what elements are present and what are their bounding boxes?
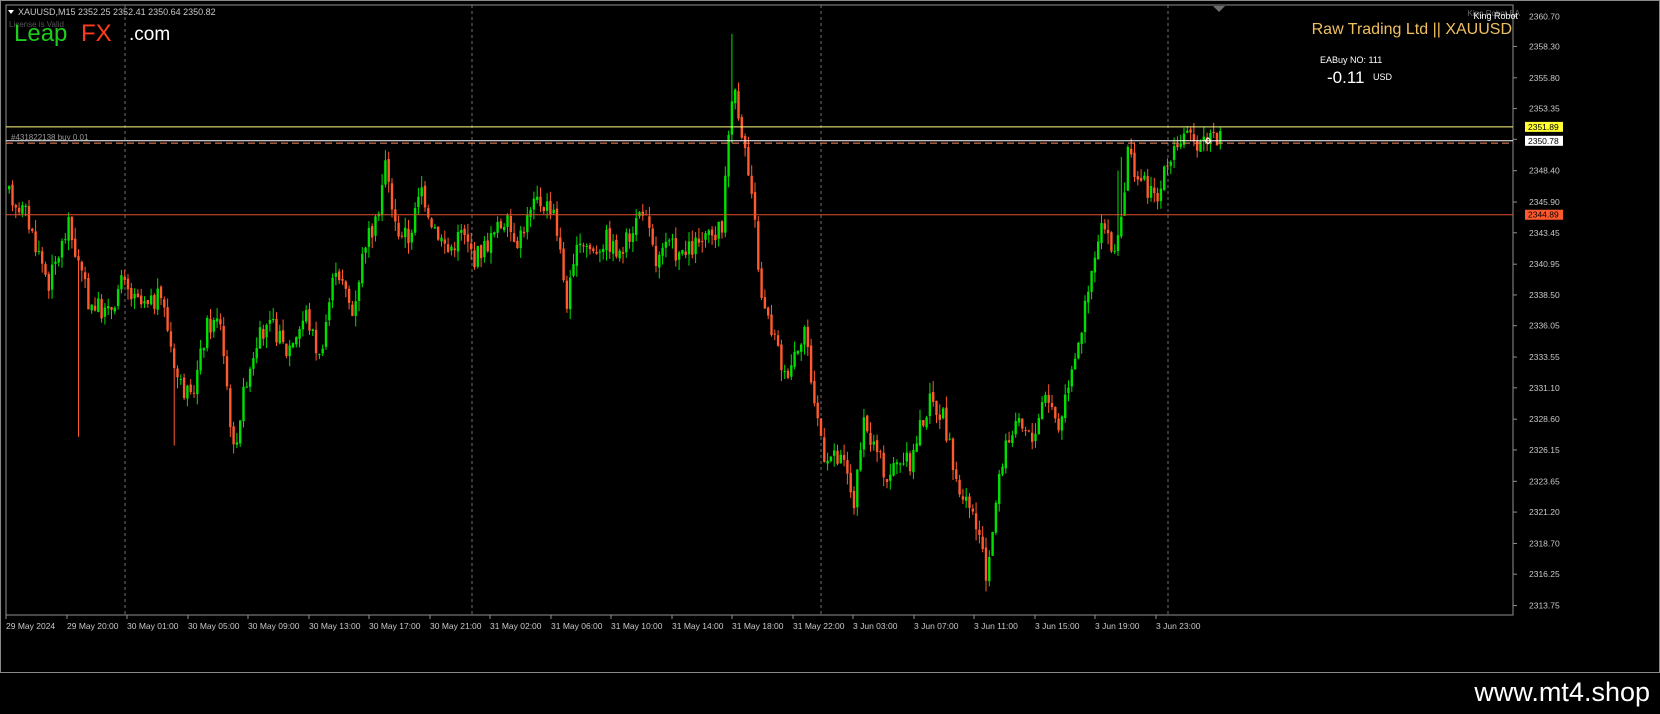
brand-leap: Leap <box>14 20 67 47</box>
x-tick-label: 3 Jun 07:00 <box>914 621 959 631</box>
y-tick-label: 2343.45 <box>1529 228 1560 238</box>
ea-name: King Robot <box>1473 11 1518 21</box>
bear-candle <box>809 338 813 385</box>
x-tick-label: 31 May 02:00 <box>490 621 542 631</box>
y-tick-label: 2348.40 <box>1529 166 1560 176</box>
x-tick-label: 31 May 14:00 <box>672 621 724 631</box>
chart-window[interactable]: #431822138 buy 0.01 2360.70 2358.30 2355.8… <box>0 0 1660 673</box>
bull-candle <box>1163 165 1166 192</box>
x-tick-label: 29 May 20:00 <box>67 621 119 631</box>
x-tick-label: 30 May 01:00 <box>127 621 179 631</box>
bull-candle <box>476 245 479 269</box>
bear-candle <box>1215 132 1219 146</box>
bull-candle <box>1077 341 1080 360</box>
x-tick-label: 3 Jun 11:00 <box>974 621 1018 631</box>
profit-currency: USD <box>1373 72 1393 82</box>
footer-url: www.mt4.shop <box>1474 677 1650 707</box>
bull-candle <box>206 315 209 352</box>
y-tick-label: 2338.50 <box>1529 290 1560 300</box>
x-tick-label: 3 Jun 03:00 <box>853 621 898 631</box>
y-tick-label: 2321.20 <box>1529 507 1560 517</box>
y-tick-label: 2326.15 <box>1529 445 1560 455</box>
brand-com: .com <box>129 24 170 45</box>
bear-candle <box>87 273 90 310</box>
x-tick-label: 30 May 05:00 <box>188 621 240 631</box>
y-tick-label: 2328.60 <box>1529 414 1560 424</box>
y-tick-label: 2333.55 <box>1529 352 1560 362</box>
bear-candle <box>437 226 440 241</box>
brand-logo: Leap FX .com <box>14 20 170 47</box>
y-tick-label: 2336.05 <box>1529 321 1560 331</box>
x-tick-label: 3 Jun 19:00 <box>1095 621 1140 631</box>
y-tick-label: 2355.80 <box>1529 73 1560 83</box>
x-tick-label: 29 May 2024 <box>6 621 55 631</box>
price-chart[interactable]: #431822138 buy 0.01 2360.70 2358.30 2355.8… <box>1 1 1659 672</box>
x-tick-label: 3 Jun 23:00 <box>1156 621 1201 631</box>
bid-price-tag: 2350.78 <box>1525 135 1563 146</box>
y-tick-label: 2331.10 <box>1529 383 1560 393</box>
bear-candle <box>1110 231 1113 254</box>
bear-candle <box>819 418 823 437</box>
bull-candle <box>239 420 242 447</box>
bull-candle <box>1199 139 1202 152</box>
x-tick-label: 31 May 06:00 <box>551 621 603 631</box>
footer-bar: www.mt4.shop <box>0 673 1660 714</box>
stop-loss-price-tag: 2344.89 <box>1525 209 1563 220</box>
brand-fx: FX <box>81 20 112 47</box>
x-tick-label: 30 May 09:00 <box>248 621 300 631</box>
x-tick-label: 31 May 10:00 <box>611 621 663 631</box>
ask-price-tag: 2351.89 <box>1525 122 1563 132</box>
svg-text:2350.78: 2350.78 <box>1528 136 1559 146</box>
bull-candle <box>724 166 727 238</box>
x-tick-label: 31 May 22:00 <box>793 621 845 631</box>
y-tick-label: 2353.35 <box>1529 104 1560 114</box>
y-tick-label: 2316.25 <box>1529 569 1560 579</box>
y-tick-label: 2318.70 <box>1529 538 1560 548</box>
y-tick-label: 2313.75 <box>1529 601 1560 611</box>
bear-candle <box>866 414 869 434</box>
y-tick-label: 2323.65 <box>1529 476 1560 486</box>
bull-candle <box>1126 144 1130 192</box>
bull-candle <box>941 406 945 420</box>
symbol-info: XAUUSD,M15 2352.25 2352.41 2350.64 2350.… <box>18 7 216 17</box>
x-tick-label: 30 May 21:00 <box>430 621 482 631</box>
x-tick-label: 3 Jun 15:00 <box>1035 621 1080 631</box>
broker-title: Raw Trading Ltd || XAUUSD <box>1312 21 1512 38</box>
svg-text:2344.89: 2344.89 <box>1528 210 1559 220</box>
x-tick-label: 31 May 18:00 <box>732 621 784 631</box>
bear-candle <box>757 216 760 273</box>
ea-buy-label: EABuy NO: 111 <box>1320 55 1382 65</box>
y-tick-label: 2345.90 <box>1529 197 1560 207</box>
y-tick-label: 2360.70 <box>1529 11 1560 21</box>
svg-text:2351.89: 2351.89 <box>1528 122 1559 132</box>
x-tick-label: 30 May 13:00 <box>309 621 361 631</box>
bull-candle <box>994 500 998 536</box>
bear-candle <box>430 217 433 229</box>
bull-candle <box>991 531 994 556</box>
x-tick-label: 30 May 17:00 <box>369 621 421 631</box>
profit-value: -0.11 <box>1327 68 1365 87</box>
bear-candle <box>565 275 569 313</box>
order-line-label: #431822138 buy 0.01 <box>11 133 89 142</box>
y-tick-label: 2358.30 <box>1529 41 1560 51</box>
y-tick-label: 2340.95 <box>1529 259 1560 269</box>
